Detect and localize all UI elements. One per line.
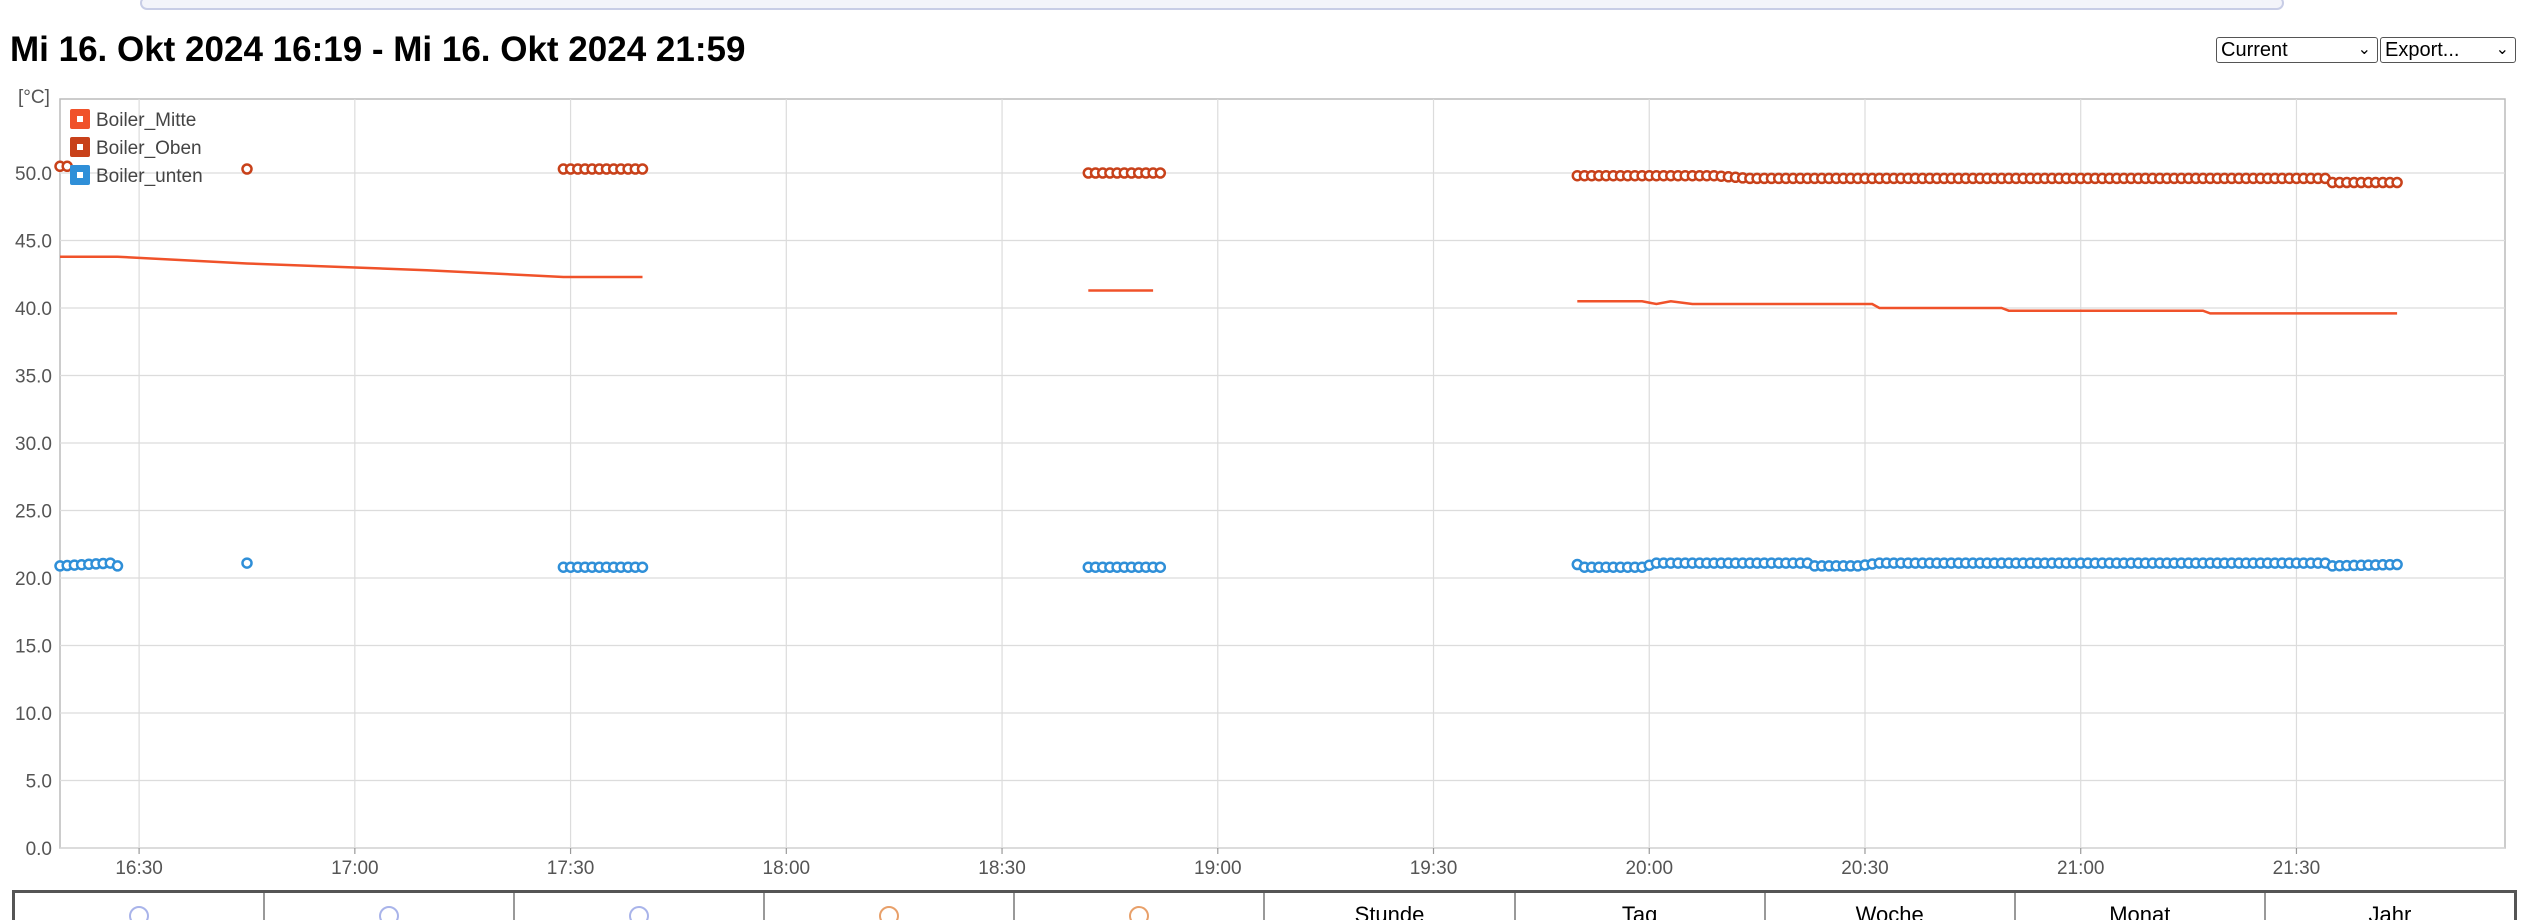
legend-label: Boiler_Mitte [96,110,196,131]
series-point-Boiler_Oben [241,163,253,175]
series-point-Boiler_Oben [2391,176,2403,189]
page-title: Mi 16. Okt 2024 16:19 - Mi 16. Okt 2024 … [10,30,746,69]
y-tick-label: 20.0 [15,569,52,590]
series-toggle-cell[interactable] [515,893,766,920]
period-tab-label: Jahr [2368,902,2412,920]
chevron-down-icon: ⌄ [2495,41,2509,58]
x-tick-label: 17:30 [547,858,595,879]
y-tick-label: 0.0 [26,839,52,860]
x-tick-label: 19:30 [1410,858,1458,879]
x-tick-label: 16:30 [115,858,163,879]
y-tick-label: 30.0 [15,434,52,455]
range-select[interactable]: Current ⌄ [2216,37,2378,63]
range-select-value: Current [2221,39,2288,61]
radio-icon[interactable] [629,906,650,920]
y-tick-label: 10.0 [15,704,52,725]
series-toggle-cell[interactable] [765,893,1016,920]
radio-icon[interactable] [1129,906,1150,920]
x-tick-label: 21:00 [2057,858,2105,879]
legend-swatch-dot [77,116,83,122]
temperature-chart: 0.0 5.0 10.0 15.0 20.0 25.0 30.0 35.0 40.0 45.0 50… [15,88,2506,879]
series-toggle-cell[interactable] [265,893,516,920]
series-point-Boiler_unten [241,557,253,569]
radio-icon[interactable] [379,906,400,920]
chevron-down-icon: ⌄ [2357,41,2371,58]
export-select-value: Export... [2385,39,2460,61]
period-tab[interactable]: Monat [2016,893,2266,920]
series-point-Boiler_unten [1154,561,1167,573]
period-tab-label: Monat [2109,902,2171,920]
series-toggle-cell[interactable] [1015,893,1266,920]
y-tick-label: 15.0 [15,637,52,658]
x-tick-label: 20:30 [1841,858,1889,879]
x-tick-label: 20:00 [1625,858,1673,879]
x-tick-label: 18:00 [763,858,811,879]
series-point-Boiler_unten [111,560,124,572]
x-tick-label: 17:00 [331,858,379,879]
period-tab[interactable]: Jahr [2266,893,2514,920]
legend-swatch-dot [77,172,83,178]
period-tab-label: Woche [1855,902,1924,920]
legend-swatch-dot [77,144,83,150]
legend-label: Boiler_Oben [96,138,202,159]
plot-area [59,98,2506,849]
radio-icon[interactable] [879,906,900,920]
x-tick-label: 18:30 [978,858,1026,879]
y-tick-label: 5.0 [26,772,52,793]
period-tab-label: Stunde [1354,902,1425,920]
period-tab[interactable]: Stunde [1265,893,1516,920]
browser-top-strip [0,0,2531,14]
series-toggle-cell[interactable] [15,893,266,920]
y-tick-label: 50.0 [15,164,52,185]
period-tab[interactable]: Woche [1766,893,2016,920]
y-tick-label: 40.0 [15,299,52,320]
y-tick-label: 25.0 [15,502,52,523]
x-tick-label: 19:00 [1194,858,1242,879]
radio-icon[interactable] [129,906,150,920]
export-select[interactable]: Export... ⌄ [2380,37,2516,63]
period-tab-label: Tag [1621,902,1658,920]
series-point-Boiler_Oben [636,163,649,175]
period-tab[interactable]: Tag [1516,893,1766,920]
y-axis-label: [°C] [18,88,50,108]
series-point-Boiler_Oben [1154,167,1167,179]
legend-label: Boiler_unten [96,166,203,187]
top-scrollbar[interactable] [140,0,2284,10]
x-tick-label: 21:30 [2273,858,2321,879]
series-point-Boiler_unten [2391,558,2403,571]
series-point-Boiler_unten [636,561,649,573]
y-tick-label: 45.0 [15,232,52,253]
y-tick-label: 35.0 [15,367,52,388]
period-tab-row: Stunde Tag Woche Monat Jahr [12,890,2517,920]
